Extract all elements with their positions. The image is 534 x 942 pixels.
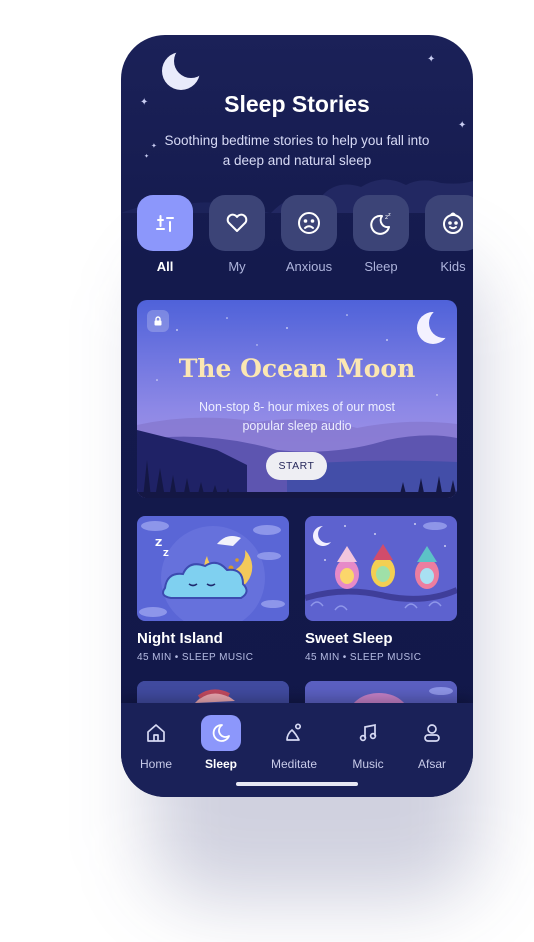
nav-label: Home xyxy=(139,757,172,771)
category-anxious[interactable]: Anxious xyxy=(281,195,337,274)
category-list: All My Anxious z z Sleep Kids xyxy=(137,195,473,285)
featured-title: The Ocean Moon xyxy=(178,354,416,383)
story-card-night-island[interactable]: Z Z Night Island 45 MIN • SLEEP MUSIC xyxy=(137,516,289,663)
story-meta: 45 MIN • SLEEP MUSIC xyxy=(305,652,422,663)
star-icon: ✦ xyxy=(144,154,150,160)
story-card-sweet-sleep[interactable]: Sweet Sleep 45 MIN • SLEEP MUSIC xyxy=(305,516,457,663)
sad-face-icon xyxy=(298,212,320,234)
category-label: All xyxy=(156,259,174,274)
category-label: My xyxy=(228,259,246,274)
featured-card[interactable]: The Ocean Moon Non-stop 8- hour mixes of… xyxy=(137,300,457,498)
svg-text:z: z xyxy=(388,212,391,218)
category-sleep[interactable]: z z Sleep xyxy=(353,195,409,274)
page-subtitle: Soothing bedtime stories to help you fal… xyxy=(164,133,430,168)
nav-meditate[interactable]: Meditate xyxy=(264,715,324,771)
night-island-illustration: Z Z xyxy=(137,516,289,621)
nav-label: Music xyxy=(352,757,384,771)
star-icon: ✦ xyxy=(427,54,436,65)
nav-profile[interactable]: Afsar xyxy=(402,715,462,771)
category-my[interactable]: My xyxy=(209,195,265,274)
star-icon: ✦ xyxy=(151,143,157,150)
sweet-sleep-illustration xyxy=(305,516,457,621)
story-thumbnail: Z Z xyxy=(137,516,289,621)
nav-label: Meditate xyxy=(270,757,318,771)
category-tile: z z xyxy=(353,195,409,251)
moon-icon xyxy=(162,52,200,90)
category-all[interactable]: All xyxy=(137,195,193,274)
svg-text:Z: Z xyxy=(163,549,169,558)
baby-face-icon xyxy=(443,212,463,234)
moon-icon xyxy=(201,715,241,751)
nav-label: Sleep xyxy=(204,757,237,771)
category-kids[interactable]: Kids xyxy=(425,195,473,274)
featured-subtitle: Non-stop 8- hour mixes of our most popul… xyxy=(199,400,395,433)
start-button[interactable]: START xyxy=(266,452,327,480)
category-label: Anxious xyxy=(285,259,333,274)
story-title: Night Island xyxy=(137,630,223,647)
nav-label: Afsar xyxy=(417,757,446,771)
lock-icon xyxy=(147,310,169,332)
category-tile xyxy=(209,195,265,251)
category-tile xyxy=(425,195,473,251)
category-label: Kids xyxy=(440,259,466,274)
svg-text:Z: Z xyxy=(155,538,162,549)
phone-screen: ✦ ✦ ✦ ✦ ✦ Sleep Stories Soothing bedtime… xyxy=(121,35,473,797)
category-tile xyxy=(137,195,193,251)
nav-home[interactable]: Home xyxy=(126,715,186,771)
music-note-icon xyxy=(348,715,388,751)
page-title: Sleep Stories xyxy=(224,91,370,117)
story-meta: 45 MIN • SLEEP MUSIC xyxy=(137,652,254,663)
star-icon: ✦ xyxy=(458,120,467,131)
nav-music[interactable]: Music xyxy=(338,715,398,771)
user-icon xyxy=(412,715,452,751)
grid-icon xyxy=(156,215,174,232)
heart-icon xyxy=(226,213,248,232)
story-thumbnail xyxy=(305,516,457,621)
category-tile xyxy=(281,195,337,251)
meditate-icon xyxy=(274,715,314,751)
home-icon xyxy=(136,715,176,751)
home-indicator[interactable] xyxy=(236,782,358,786)
moon-zzz-icon: z z xyxy=(370,212,391,235)
bottom-nav: Home Sleep Meditate Music Afsar xyxy=(121,703,473,797)
story-title: Sweet Sleep xyxy=(305,630,393,647)
nav-sleep[interactable]: Sleep xyxy=(191,715,251,771)
category-label: Sleep xyxy=(364,259,398,274)
